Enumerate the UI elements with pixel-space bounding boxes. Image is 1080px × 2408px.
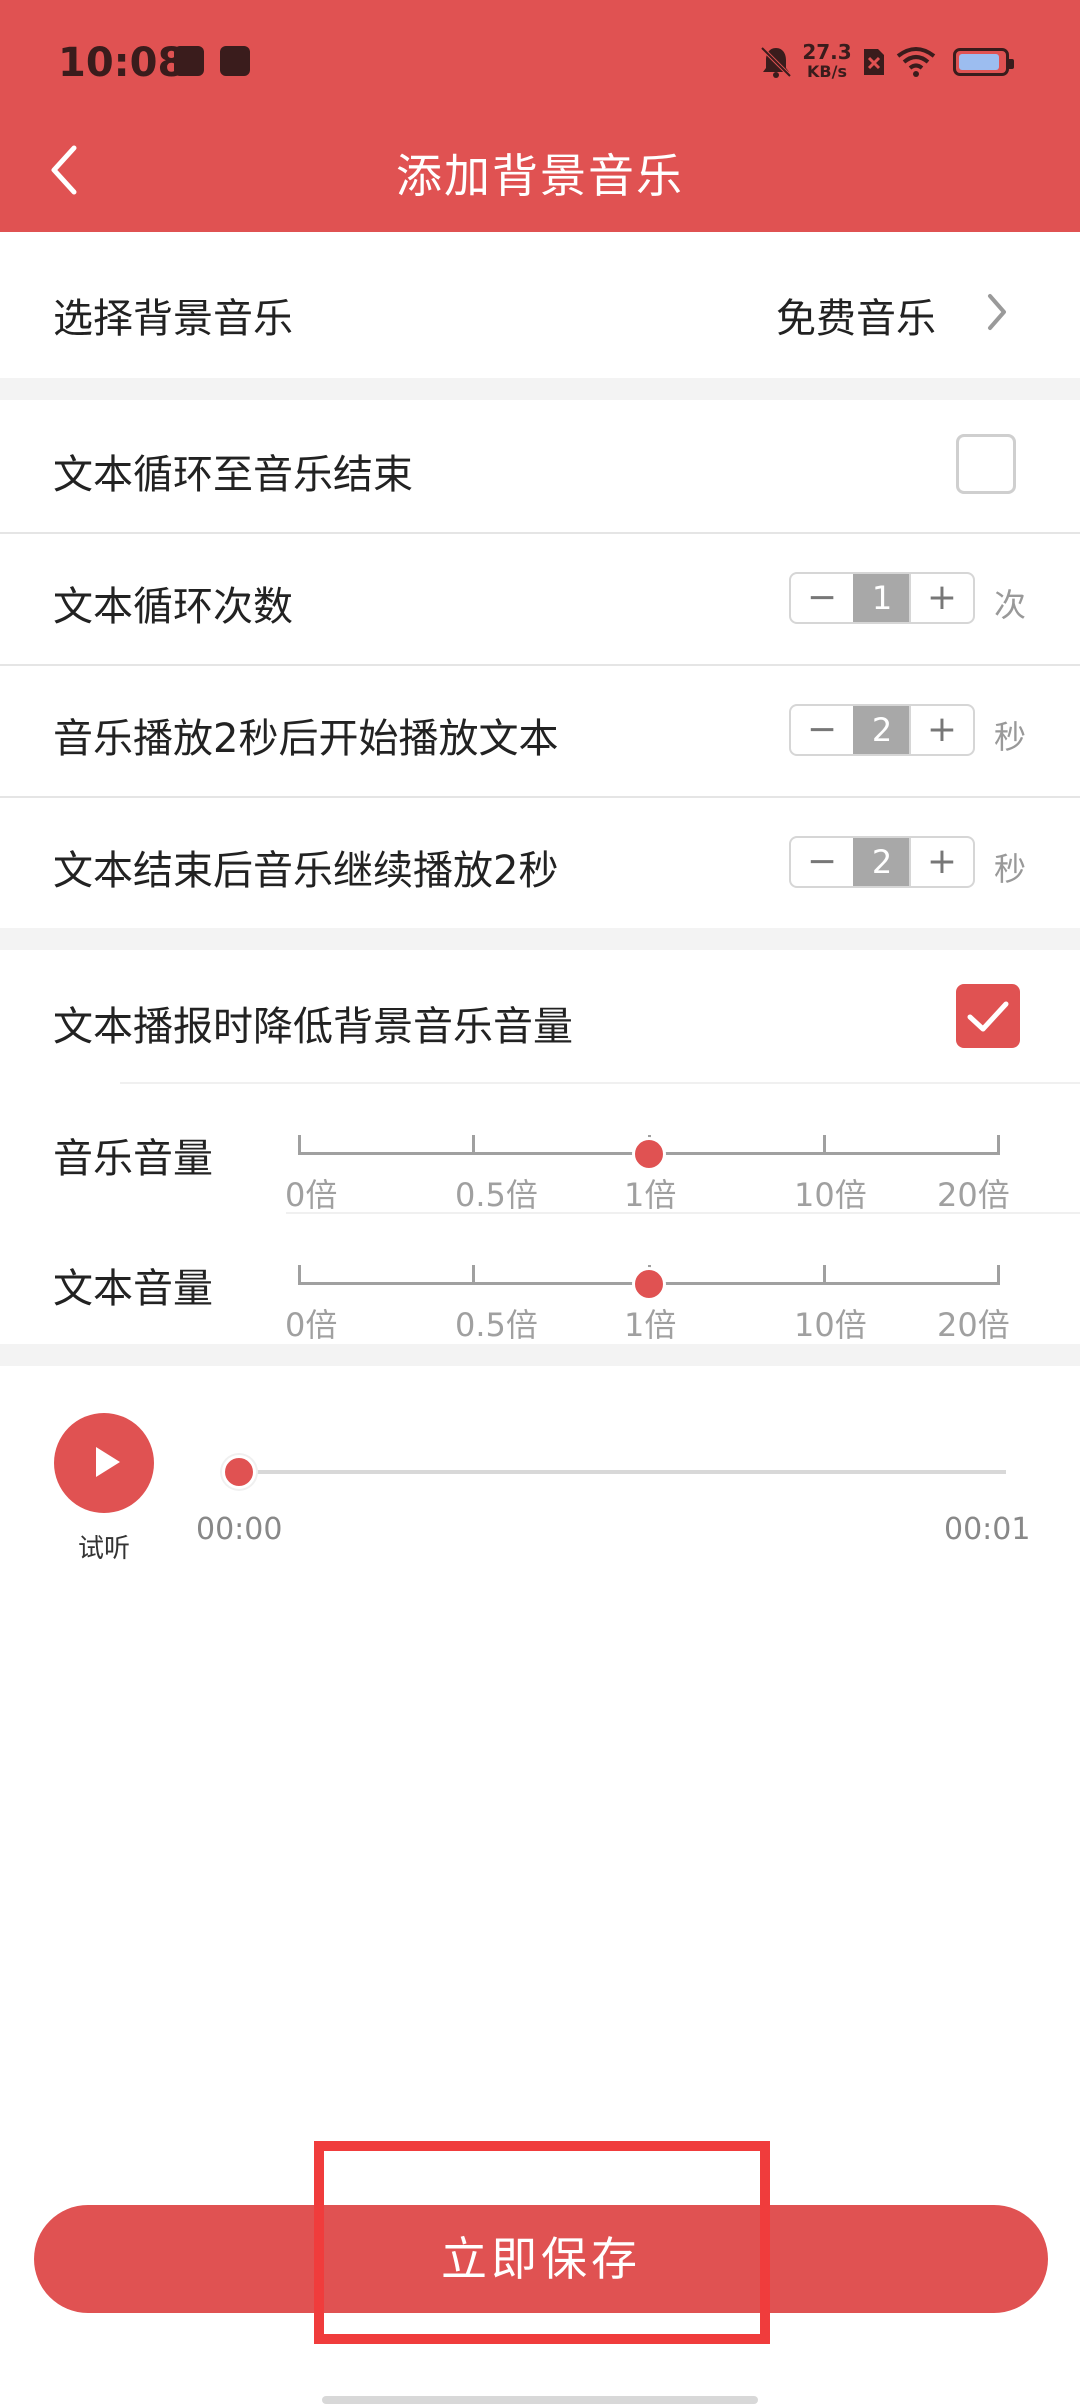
- preview-progress-track[interactable]: [236, 1470, 1006, 1474]
- increment-button[interactable]: +: [909, 574, 973, 622]
- loop-to-end-checkbox[interactable]: [956, 434, 1016, 494]
- tick-label: 10倍: [794, 1176, 867, 1214]
- battery-fill: [959, 54, 999, 70]
- tick-label: 20倍: [937, 1176, 1010, 1214]
- increment-button[interactable]: +: [909, 838, 973, 886]
- divider: [120, 1082, 1080, 1084]
- delay-start-stepper[interactable]: − 2 +: [789, 704, 975, 756]
- music-volume-slider[interactable]: 0倍 0.5倍 1倍 10倍 20倍: [0, 1130, 1080, 1220]
- text-volume-slider[interactable]: 0倍 0.5倍 1倍 10倍 20倍: [0, 1260, 1080, 1350]
- slider-tick: [997, 1135, 1000, 1155]
- mail-notification-icon: [174, 46, 204, 76]
- slider-tick: [472, 1265, 475, 1285]
- network-speed-unit: KB/s: [807, 62, 847, 81]
- checkmark-icon: [967, 1001, 1009, 1032]
- divider: [286, 1212, 1080, 1214]
- status-time: 10:08: [58, 40, 186, 86]
- preview-progress-knob[interactable]: [222, 1455, 256, 1489]
- wifi-icon: [896, 47, 936, 77]
- slider-tick: [823, 1265, 826, 1285]
- mute-bell-icon: [760, 46, 792, 78]
- decrement-button[interactable]: −: [791, 706, 855, 754]
- no-sim-icon: [864, 49, 884, 75]
- unit-label: 秒: [994, 718, 1027, 756]
- divider: [0, 796, 1080, 798]
- stepper-value[interactable]: 2: [853, 838, 911, 886]
- divider: [0, 532, 1080, 534]
- home-indicator: [322, 2396, 758, 2404]
- duck-volume-label: 文本播报时降低背景音乐音量: [53, 1004, 573, 1050]
- network-speed-value: 27.3: [802, 40, 852, 64]
- increment-button[interactable]: +: [909, 706, 973, 754]
- decrement-button[interactable]: −: [791, 838, 855, 886]
- slider-tick: [298, 1135, 301, 1155]
- app-notification-icon: [220, 46, 250, 76]
- play-icon: [96, 1447, 120, 1477]
- slider-tick: [823, 1135, 826, 1155]
- tick-label: 0倍: [285, 1176, 338, 1214]
- stepper-value[interactable]: 1: [853, 574, 911, 622]
- tick-label: 20倍: [937, 1306, 1010, 1344]
- tick-label: 0倍: [285, 1306, 338, 1344]
- section-gap: [0, 1344, 1080, 1366]
- battery-nub: [1009, 59, 1014, 69]
- total-time: 00:01: [944, 1512, 1031, 1547]
- slider-tick: [997, 1265, 1000, 1285]
- battery-icon: [953, 48, 1014, 76]
- slider-tick: [298, 1265, 301, 1285]
- delay-start-label: 音乐播放2秒后开始播放文本: [53, 716, 559, 762]
- divider: [0, 664, 1080, 666]
- select-music-label: 选择背景音乐: [53, 296, 293, 342]
- listen-label: 试听: [77, 1534, 130, 1564]
- tick-label: 10倍: [794, 1306, 867, 1344]
- decrement-button[interactable]: −: [791, 574, 855, 622]
- continue-after-label: 文本结束后音乐继续播放2秒: [53, 848, 559, 894]
- network-speed: 27.3 KB/s: [802, 42, 852, 82]
- tick-label: 0.5倍: [455, 1176, 538, 1214]
- duck-volume-checkbox[interactable]: [956, 984, 1020, 1048]
- slider-knob[interactable]: [632, 1137, 666, 1171]
- loop-count-label: 文本循环次数: [53, 584, 293, 630]
- loop-to-end-label: 文本循环至音乐结束: [53, 452, 413, 498]
- loop-count-stepper[interactable]: − 1 +: [789, 572, 975, 624]
- page-title: 添加背景音乐: [396, 149, 684, 203]
- slider-tick: [472, 1135, 475, 1155]
- unit-label: 次: [994, 586, 1027, 624]
- tick-label: 0.5倍: [455, 1306, 538, 1344]
- section-gap: [0, 378, 1080, 400]
- slider-knob[interactable]: [632, 1267, 666, 1301]
- section-gap: [0, 928, 1080, 950]
- current-time: 00:00: [196, 1512, 283, 1547]
- tick-label: 1倍: [624, 1306, 677, 1344]
- select-music-value[interactable]: 免费音乐: [776, 286, 936, 344]
- continue-after-stepper[interactable]: − 2 +: [789, 836, 975, 888]
- chevron-right-icon[interactable]: [984, 290, 1010, 334]
- unit-label: 秒: [994, 850, 1027, 888]
- stepper-value[interactable]: 2: [853, 706, 911, 754]
- play-button[interactable]: [54, 1413, 154, 1513]
- tick-label: 1倍: [624, 1176, 677, 1214]
- save-button[interactable]: 立即保存: [34, 2205, 1048, 2313]
